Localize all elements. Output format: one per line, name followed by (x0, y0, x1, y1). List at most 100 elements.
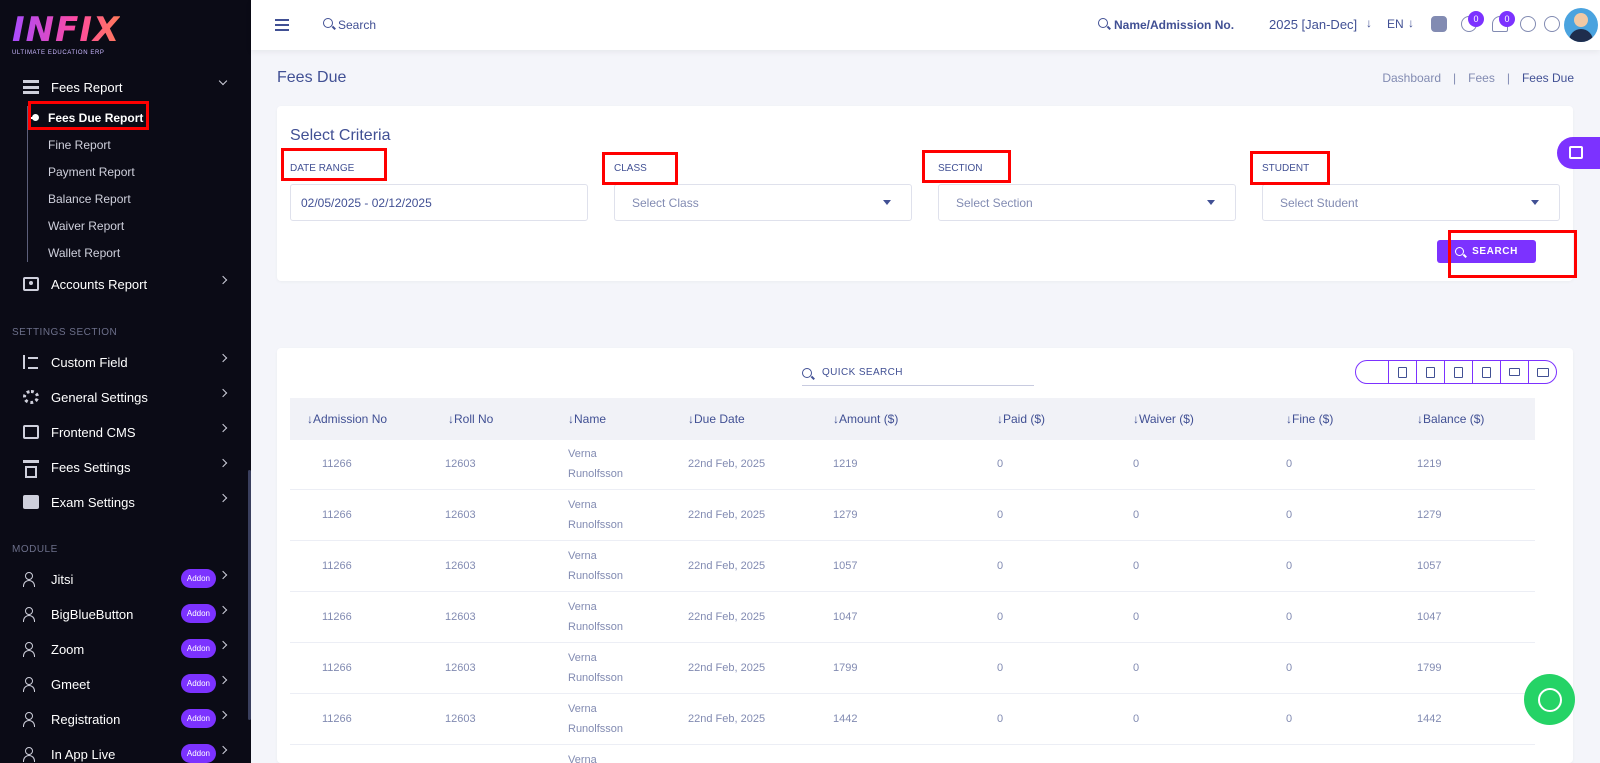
global-search[interactable]: Search (338, 18, 376, 32)
cell-waiver: 0 (1133, 560, 1140, 572)
date-range-input[interactable]: 02/05/2025 - 02/12/2025 (290, 184, 588, 221)
pdf-icon[interactable] (1472, 361, 1500, 383)
chevron-right-icon (218, 675, 228, 685)
language-select[interactable]: EN (1387, 17, 1404, 31)
cell-name-last: Runolfsson (568, 570, 624, 582)
th-fine[interactable]: ↓Fine ($) (1286, 412, 1333, 426)
student-select[interactable]: Select Student (1262, 184, 1560, 221)
csv-icon[interactable] (1444, 361, 1472, 383)
sidebar-item-label: Registration (51, 711, 121, 727)
cart-icon[interactable] (1557, 137, 1600, 169)
message-icon[interactable]: 0 (1461, 11, 1484, 32)
sidebar-item-bigbluebutton[interactable]: BigBlueButton Addon (0, 601, 248, 627)
sidebar-subitem-fees-due-report[interactable]: Fees Due Report (48, 111, 143, 125)
breadcrumb-fees[interactable]: Fees (1468, 71, 1495, 85)
cell-due: 22nd Feb, 2025 (688, 713, 766, 725)
globe-icon[interactable] (1520, 16, 1536, 32)
cell-balance: 1047 (1417, 611, 1442, 623)
notification-count-badge: 0 (1499, 11, 1515, 27)
criteria-card: Select Criteria DATE RANGE 02/05/2025 - … (277, 106, 1573, 281)
cell-name-first: Verna (568, 550, 597, 562)
chevron-right-icon (218, 605, 228, 615)
cell-roll: 12603 (445, 509, 476, 521)
print-icon[interactable] (1500, 361, 1528, 383)
cell-paid: 0 (997, 713, 1004, 725)
settings-section-title: SETTINGS SECTION (12, 327, 118, 338)
sidebar-item-jitsi[interactable]: Jitsi Addon (0, 566, 248, 592)
th-paid[interactable]: ↓Paid ($) (997, 412, 1045, 426)
sidebar-item-label: Custom Field (51, 354, 128, 370)
brand-name: INFIX (12, 10, 121, 50)
sidebar-scrollbar[interactable] (248, 470, 251, 720)
cell-name-last: Runolfsson (568, 672, 624, 684)
sidebar-item-fees-settings[interactable]: Fees Settings (0, 454, 248, 480)
sidebar-subitem-payment-report[interactable]: Payment Report (48, 165, 135, 179)
th-admission-no[interactable]: ↓Admission No (307, 412, 387, 426)
table-row: 11266 12603 Verna Runolfsson 22nd Feb, 2025 1… (290, 644, 1535, 694)
brand-logo[interactable]: INFIX ULTIMATE EDUCATION ERP (12, 12, 120, 56)
quick-search-placeholder: QUICK SEARCH (822, 367, 903, 378)
cell-fine: 0 (1286, 509, 1293, 521)
sidebar-item-label: Jitsi (51, 571, 74, 587)
user-avatar[interactable] (1564, 8, 1598, 42)
chart-icon[interactable] (1544, 16, 1560, 32)
sidebar-subitem-wallet-report[interactable]: Wallet Report (48, 246, 120, 260)
cell-name-last: Runolfsson (568, 519, 624, 531)
th-waiver[interactable]: ↓Waiver ($) (1133, 412, 1194, 426)
sidebar-item-custom-field[interactable]: Custom Field (0, 349, 248, 375)
section-select[interactable]: Select Section (938, 184, 1236, 221)
sidebar-item-label: BigBlueButton (51, 606, 134, 622)
sidebar-item-in-app-live[interactable]: In App Live Addon (0, 741, 248, 763)
cell-name-last: Runolfsson (568, 723, 624, 735)
student-search[interactable]: Name/Admission No. (1114, 18, 1234, 32)
robot-icon[interactable] (1431, 16, 1447, 32)
person-icon (23, 642, 39, 657)
cell-name: Verna Runolfsson (568, 699, 623, 739)
class-select[interactable]: Select Class (614, 184, 912, 221)
cell-roll: 12603 (445, 662, 476, 674)
th-amount[interactable]: ↓Amount ($) (833, 412, 898, 426)
session-select[interactable]: 2025 [Jan-Dec] (1269, 17, 1357, 32)
excel-icon[interactable] (1416, 361, 1444, 383)
search-button[interactable]: SEARCH (1437, 240, 1536, 263)
column-visibility-icon[interactable] (1528, 361, 1556, 383)
sidebar-item-fees-report[interactable]: Fees Report (0, 74, 248, 100)
chevron-right-icon (218, 423, 228, 433)
sidebar-item-general-settings[interactable]: General Settings (0, 384, 248, 410)
cell-name-last: Runolfsson (568, 468, 624, 480)
table-card: QUICK SEARCH ↓Admission No ↓Roll No ↓Nam… (277, 348, 1573, 763)
cell-due: 22nd Feb, 2025 (688, 611, 766, 623)
breadcrumb-separator: | (1506, 71, 1510, 85)
menu-icon[interactable] (275, 19, 289, 31)
table-row: Verna (290, 746, 1535, 763)
addon-badge: Addon (180, 604, 216, 623)
sidebar-subitem-balance-report[interactable]: Balance Report (48, 192, 131, 206)
th-roll-no[interactable]: ↓Roll No (448, 412, 493, 426)
chevron-right-icon (218, 388, 228, 398)
whatsapp-icon[interactable] (1524, 674, 1575, 725)
cell-name-first: Verna (568, 448, 597, 460)
sidebar-item-gmeet[interactable]: Gmeet Addon (0, 671, 248, 697)
section-select-placeholder: Select Section (956, 195, 1033, 210)
sidebar-item-registration[interactable]: Registration Addon (0, 706, 248, 732)
table-header: ↓Admission No ↓Roll No ↓Name ↓Due Date ↓… (290, 398, 1535, 440)
sidebar-subitem-fine-report[interactable]: Fine Report (48, 138, 111, 152)
quick-search-input[interactable]: QUICK SEARCH (802, 360, 1034, 386)
cell-balance: 1442 (1417, 713, 1442, 725)
person-icon (23, 747, 39, 762)
sidebar-subitem-waiver-report[interactable]: Waiver Report (48, 219, 124, 233)
th-name[interactable]: ↓Name (568, 412, 606, 426)
sidebar-item-exam-settings[interactable]: Exam Settings (0, 489, 248, 515)
bell-icon[interactable]: 0 (1492, 11, 1515, 32)
sidebar-item-frontend-cms[interactable]: Frontend CMS (0, 419, 248, 445)
copy-icon[interactable] (1388, 361, 1416, 383)
sidebar-item-accounts-report[interactable]: Accounts Report (0, 271, 248, 297)
addon-badge: Addon (180, 569, 216, 588)
sidebar-item-zoom[interactable]: Zoom Addon (0, 636, 248, 662)
cell-waiver: 0 (1133, 509, 1140, 521)
th-balance[interactable]: ↓Balance ($) (1417, 412, 1484, 426)
addon-badge: Addon (180, 744, 216, 763)
breadcrumb-dashboard[interactable]: Dashboard (1382, 71, 1441, 85)
cell-due: 22nd Feb, 2025 (688, 662, 766, 674)
th-due-date[interactable]: ↓Due Date (688, 412, 745, 426)
